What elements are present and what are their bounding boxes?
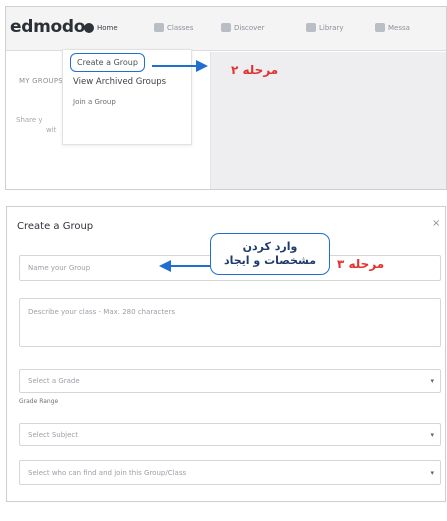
step2-label: مرحله ۲ bbox=[231, 63, 279, 77]
join-permission-value: Select who can find and join this Group/… bbox=[28, 468, 187, 477]
chevron-down-icon: ▾ bbox=[430, 430, 434, 439]
share-text-line1: Share y bbox=[16, 116, 43, 124]
my-groups-heading: MY GROUPS bbox=[19, 77, 63, 85]
subject-select[interactable]: Select Subject ▾ bbox=[19, 423, 441, 446]
close-icon[interactable]: × bbox=[432, 218, 440, 229]
discover-icon bbox=[221, 23, 231, 32]
library-icon bbox=[306, 23, 316, 32]
chevron-down-icon: ▾ bbox=[430, 468, 434, 477]
group-description-textarea[interactable]: Describe your class - Max. 280 character… bbox=[19, 298, 441, 347]
nav-messages-label: Messa bbox=[388, 23, 410, 32]
nav-discover-label: Discover bbox=[234, 23, 265, 32]
grade-select[interactable]: Select a Grade ▾ bbox=[19, 369, 441, 393]
nav-messages[interactable]: Messa bbox=[375, 23, 410, 32]
nav-home[interactable]: Home bbox=[84, 23, 118, 33]
edmodo-logo: edmodo bbox=[10, 17, 86, 37]
step2-arrow bbox=[152, 60, 208, 72]
nav-classes-label: Classes bbox=[167, 23, 194, 32]
home-icon bbox=[84, 23, 94, 33]
classes-icon bbox=[154, 23, 164, 32]
create-group-menu-item[interactable]: Create a Group bbox=[70, 53, 145, 72]
top-nav-bar: edmodo Home Classes Discover Library Mes… bbox=[6, 7, 446, 51]
nav-library[interactable]: Library bbox=[306, 23, 343, 32]
group-name-placeholder: Name your Group bbox=[28, 264, 91, 272]
step3-callout: وارد کردن مشخصات و ایجاد bbox=[210, 233, 330, 275]
share-text-line2: wit bbox=[46, 126, 57, 134]
create-group-dialog: Create a Group × Name your Group Describ… bbox=[6, 206, 446, 502]
chevron-down-icon: ▾ bbox=[430, 377, 434, 385]
join-group-menu-item[interactable]: Join a Group bbox=[73, 98, 116, 106]
messages-icon bbox=[375, 23, 385, 32]
step3-arrow bbox=[159, 260, 211, 272]
group-description-placeholder: Describe your class - Max. 280 character… bbox=[28, 308, 175, 316]
callout-line1: وارد کردن bbox=[242, 240, 298, 253]
grade-range-label: Grade Range bbox=[19, 398, 59, 405]
nav-home-label: Home bbox=[97, 24, 118, 32]
grade-select-value: Select a Grade bbox=[28, 377, 80, 385]
nav-discover[interactable]: Discover bbox=[221, 23, 264, 32]
step3-label: مرحله ۳ bbox=[337, 257, 385, 271]
nav-library-label: Library bbox=[319, 23, 344, 32]
edmodo-window: edmodo Home Classes Discover Library Mes… bbox=[5, 6, 447, 190]
join-permission-select[interactable]: Select who can find and join this Group/… bbox=[19, 460, 441, 485]
view-archived-groups-menu-item[interactable]: View Archived Groups bbox=[73, 77, 166, 87]
dialog-title: Create a Group bbox=[17, 221, 94, 232]
callout-line2: مشخصات و ایجاد bbox=[223, 254, 317, 267]
subject-select-value: Select Subject bbox=[28, 430, 78, 439]
nav-classes[interactable]: Classes bbox=[154, 23, 193, 32]
